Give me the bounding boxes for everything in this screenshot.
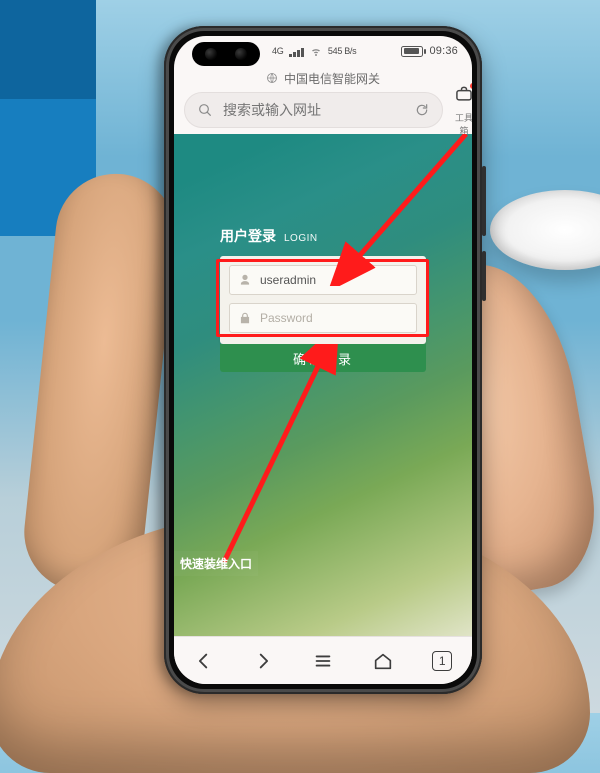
login-button-label: 确认登录 xyxy=(293,349,353,368)
phone-screen: 4G 545 B/s 09:36 中国电信智能网关 xyxy=(174,36,472,684)
refresh-icon[interactable] xyxy=(414,102,430,118)
nav-tabs-button[interactable]: 1 xyxy=(431,650,453,672)
power-button xyxy=(482,251,486,301)
browser-bottom-nav: 1 xyxy=(174,636,472,684)
annotation-arrow-bottom xyxy=(194,344,394,574)
chevron-right-icon xyxy=(252,650,274,672)
quick-maintenance-link[interactable]: 快速装维入口 xyxy=(174,551,258,576)
password-field[interactable] xyxy=(229,303,417,333)
chevron-left-icon xyxy=(193,650,215,672)
network-gen: 4G xyxy=(272,46,283,56)
clock: 09:36 xyxy=(429,45,458,57)
tab-count: 1 xyxy=(439,654,446,668)
page-title-bar: 中国电信智能网关 xyxy=(174,66,472,90)
status-bar: 4G 545 B/s 09:36 xyxy=(174,36,472,66)
menu-icon xyxy=(312,650,334,672)
notification-dot-icon xyxy=(470,83,472,89)
wifi-icon xyxy=(310,45,322,57)
home-icon xyxy=(372,650,394,672)
background-block xyxy=(0,0,96,236)
login-button[interactable]: 确认登录 xyxy=(220,344,426,372)
login-heading-cn: 用户登录 xyxy=(220,226,276,246)
nav-forward-button[interactable] xyxy=(252,650,274,672)
page-title: 中国电信智能网关 xyxy=(284,70,380,87)
volume-button xyxy=(482,166,486,236)
signal-bars-icon xyxy=(289,46,304,57)
nav-home-button[interactable] xyxy=(372,650,394,672)
battery-icon xyxy=(401,46,423,57)
lock-icon xyxy=(238,311,252,325)
toolbox-button[interactable]: 工具箱 xyxy=(453,84,472,137)
address-bar[interactable] xyxy=(184,92,443,128)
globe-icon xyxy=(266,72,278,84)
login-heading-en: LOGIN xyxy=(284,233,318,244)
address-input[interactable] xyxy=(223,102,404,118)
phone-frame: 4G 545 B/s 09:36 中国电信智能网关 xyxy=(164,26,482,694)
toolbox-label: 工具箱 xyxy=(453,111,472,137)
login-heading: 用户登录 LOGIN xyxy=(220,226,426,246)
nav-back-button[interactable] xyxy=(193,650,215,672)
password-input[interactable] xyxy=(260,311,415,325)
quick-maintenance-label: 快速装维入口 xyxy=(180,557,252,571)
background-dish xyxy=(490,190,600,270)
search-icon xyxy=(197,102,213,118)
tabs-icon: 1 xyxy=(432,651,452,671)
data-rate: 545 B/s xyxy=(328,46,356,56)
username-field[interactable] xyxy=(229,265,417,295)
web-content: 用户登录 LOGIN xyxy=(174,134,472,636)
user-icon xyxy=(238,273,252,287)
nav-menu-button[interactable] xyxy=(312,650,334,672)
username-input[interactable] xyxy=(260,273,415,287)
